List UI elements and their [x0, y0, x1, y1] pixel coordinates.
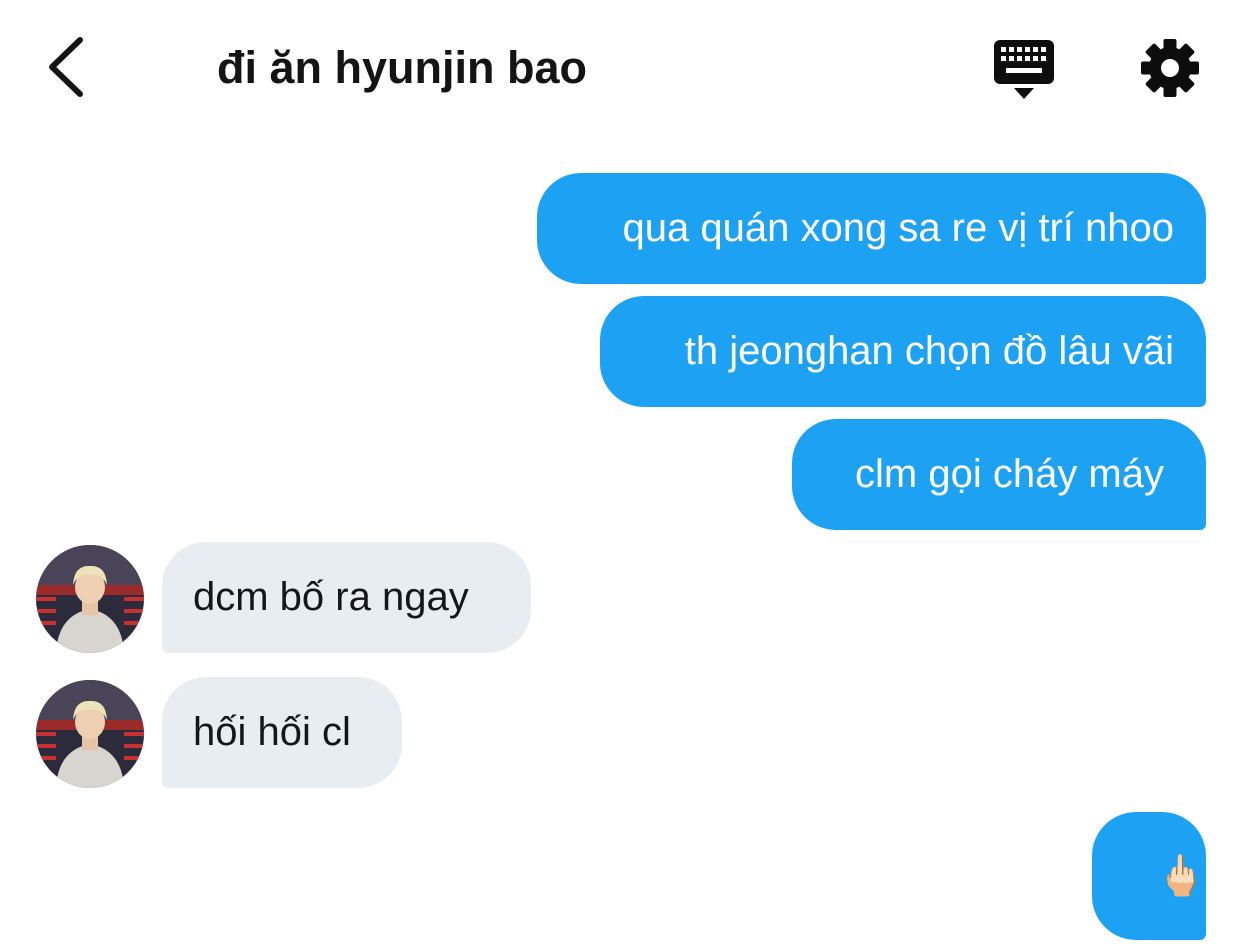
message-bubble-outgoing[interactable]: qua quán xong sa re vị trí nhoo: [537, 173, 1206, 284]
chat-title: đi ăn hyunjin bao: [217, 42, 587, 93]
contact-avatar[interactable]: [36, 680, 144, 788]
message-bubble-outgoing[interactable]: th jeonghan chọn đồ lâu vãi: [600, 296, 1206, 407]
message-bubble-outgoing-emoji[interactable]: 🖕🏻: [1092, 812, 1206, 940]
keyboard-toggle-button[interactable]: [992, 38, 1060, 102]
chevron-left-icon: [49, 37, 83, 97]
contact-avatar[interactable]: [36, 545, 144, 653]
message-bubble-outgoing[interactable]: clm gọi cháy máy: [792, 419, 1206, 530]
middle-finger-emoji-icon: 🖕🏻: [1156, 854, 1206, 898]
chat-screen: đi ăn hyunjin bao qua quán xong sa re vị…: [0, 0, 1242, 951]
message-bubble-incoming[interactable]: dcm bố ra ngay: [162, 542, 531, 653]
settings-button[interactable]: [1138, 36, 1202, 100]
keyboard-icon: [994, 40, 1054, 99]
gear-icon: [1141, 39, 1199, 97]
back-button[interactable]: [40, 34, 96, 100]
message-bubble-incoming[interactable]: hối hối cl: [162, 677, 402, 788]
chat-header: đi ăn hyunjin bao: [0, 0, 1242, 135]
